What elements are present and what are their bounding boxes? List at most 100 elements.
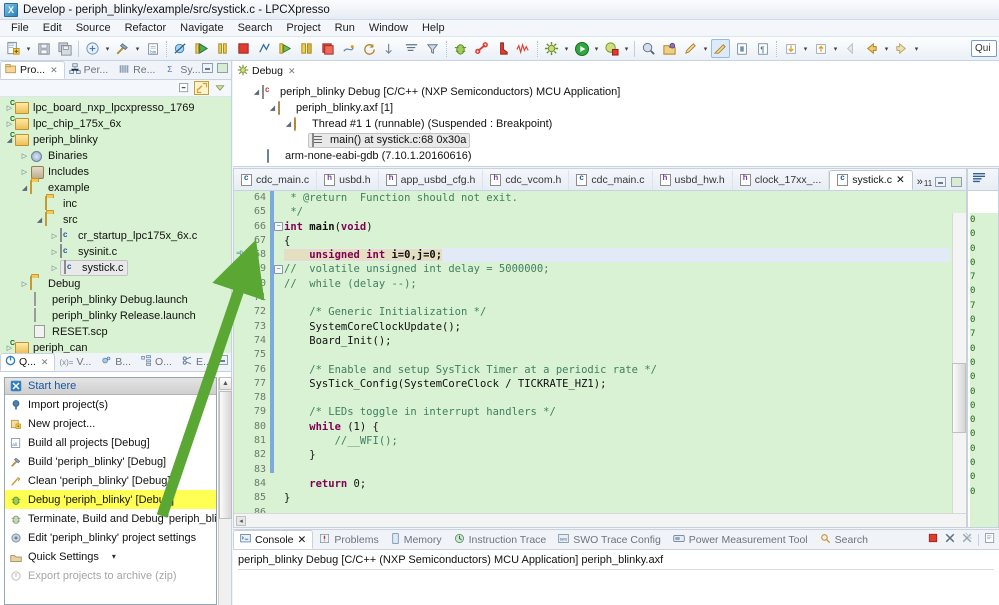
next-annotation-dropdown-icon[interactable]: ▾ [801,39,810,58]
twisty-expanded-icon[interactable]: ◢ [283,116,294,132]
tree-item-reset-scp[interactable]: RESET.scp [0,324,231,340]
disassembly-view-peek[interactable]: 0 0 0 0 7 0 7 0 7 0 0 0 0 0 0 0 0 0 0 0 [967,168,999,528]
tab-instruction-trace[interactable]: Instruction Trace [448,530,553,549]
menu-source[interactable]: Source [69,21,118,36]
build-config-dropdown-icon[interactable]: ▾ [103,39,112,58]
minimize-icon[interactable] [935,177,946,187]
twisty-collapsed-icon[interactable]: ▷ [19,276,30,292]
tree-item-inc[interactable]: inc [0,196,231,212]
scroll-left-icon[interactable]: ◂ [236,516,246,526]
pencil-dropdown-icon[interactable]: ▾ [701,39,710,58]
editor-marker-gutter[interactable]: ➾ [234,191,248,527]
editor-vertical-scrollbar[interactable] [952,213,966,513]
editor-tab-systick-c[interactable]: systick.c ✕ [829,170,913,190]
debug-gdb-row[interactable]: arm-none-eabi-gdb (7.10.1.20160616) [233,148,999,164]
editor-folding-gutter[interactable]: − − [274,191,284,527]
gear-icon[interactable] [542,39,561,58]
code-area[interactable]: ➾ 64 65 66 67 68 69 70 71 72 73 74 75 76… [234,191,966,527]
run-icon[interactable] [572,39,591,58]
chevron-down-icon[interactable]: ▾ [112,552,116,561]
editor-tab-cdc-main-c-2[interactable]: cdc_main.c [569,170,653,190]
twisty-collapsed-icon[interactable]: ▷ [49,244,60,260]
tab-memory[interactable]: Memory [385,530,448,549]
twisty-collapsed-icon[interactable]: ▷ [19,148,30,164]
tab-debug[interactable]: Debug ✕ [233,62,302,80]
menu-run[interactable]: Run [328,21,362,36]
build-config-icon[interactable] [83,39,102,58]
export-icon[interactable]: bin [143,39,162,58]
restart-icon[interactable] [360,39,379,58]
tab-breakpoints[interactable]: B... [97,353,137,371]
menu-window[interactable]: Window [362,21,415,36]
quick-start-terminate-build-debug[interactable]: Terminate, Build and Debug 'periph_blink… [5,509,216,528]
tab-variables[interactable]: (x)= V... [55,353,97,371]
run-dropdown-icon[interactable]: ▾ [592,39,601,58]
editor-tab-usbd-hw-h[interactable]: usbd_hw.h [653,170,733,190]
search-icon[interactable] [639,39,658,58]
back-dropdown-icon[interactable]: ▾ [882,39,891,58]
gear-dropdown-icon[interactable]: ▾ [562,39,571,58]
use-step-filters-icon[interactable] [402,39,421,58]
menu-navigate[interactable]: Navigate [173,21,230,36]
debug-stack-frame-row[interactable]: main() at systick.c:68 0x30a [233,132,999,148]
quick-access-input[interactable]: Qui [971,40,997,57]
scrollbar-thumb[interactable] [219,391,232,519]
quick-start-scrollbar[interactable]: ▲ [218,377,232,605]
twisty-collapsed-icon[interactable]: ▷ [49,260,60,276]
previous-annotation-icon[interactable] [811,39,830,58]
fold-toggle-icon[interactable]: − [274,222,283,231]
step-filter-alt-icon[interactable] [423,39,442,58]
tab-symbol-viewer[interactable]: Σ Sy... [161,61,206,79]
menu-edit[interactable]: Edit [36,21,69,36]
tab-problems[interactable]: Problems [313,530,384,549]
close-icon[interactable]: ✕ [896,174,905,186]
build-dropdown-icon[interactable]: ▾ [133,39,142,58]
debug-axf-row[interactable]: ◢ periph_blinky.axf [1] [233,100,999,116]
step-over-icon[interactable] [297,39,316,58]
link-with-editor-icon[interactable] [194,81,209,95]
save-all-icon[interactable] [55,39,74,58]
scroll-up-icon[interactable]: ▲ [219,377,232,390]
tab-search[interactable]: Search [814,530,874,549]
suspend-icon[interactable] [213,39,232,58]
editor-tab-usbd-h[interactable]: usbd.h [317,170,379,190]
close-icon[interactable]: ✕ [41,357,49,368]
debug-launch-config-row[interactable]: ◢ periph_blinky Debug [C/C++ (NXP Semico… [233,84,999,100]
editor-tab-clock-17xx[interactable]: clock_17xx_... [733,170,830,190]
tab-swo-trace-config[interactable]: swo SWO Trace Config [552,530,667,549]
tab-outline[interactable]: O... [137,353,178,371]
quick-start-edit-project-settings[interactable]: Edit 'periph_blinky' project settings [5,528,216,547]
twisty-expanded-icon[interactable]: ◢ [34,212,45,228]
tab-registers[interactable]: Re... [114,61,161,79]
view-menu-icon[interactable] [212,81,227,95]
quick-start-quick-settings[interactable]: Quick Settings ▾ [5,547,216,566]
close-icon[interactable]: ✕ [298,534,307,546]
trace-icon[interactable] [514,39,533,58]
close-icon[interactable]: ✕ [50,65,58,76]
tree-item-periph-can[interactable]: ▷ periph_can [0,340,231,353]
tab-peripherals[interactable]: Per... [65,61,115,79]
menu-file[interactable]: File [4,21,36,36]
tree-item-cr-startup[interactable]: ▷ cr_startup_lpc175x_6x.c [0,228,231,244]
toggle-annotation-icon[interactable] [711,39,730,58]
console-body[interactable]: periph_blinky Debug [C/C++ (NXP Semicond… [233,550,999,605]
twisty-expanded-icon[interactable]: ◢ [267,100,278,116]
minimize-icon[interactable] [217,355,228,365]
quick-start-clean-periph-blinky[interactable]: Clean 'periph_blinky' [Debug] [5,471,216,490]
step-into-icon[interactable] [276,39,295,58]
drop-to-frame-icon[interactable] [381,39,400,58]
quick-start-import-projects[interactable]: Import project(s) [5,395,216,414]
twisty-expanded-icon[interactable]: ◢ [251,84,262,100]
editor-text[interactable]: * @return Function should not exit. */ i… [284,191,950,527]
tree-item-lpc-board[interactable]: ▷ lpc_board_nxp_lpcxpresso_1769 [0,100,231,116]
editor-tab-cdc-main-c-1[interactable]: cdc_main.c [234,170,318,190]
new-icon[interactable] [4,39,23,58]
external-tools-dropdown-icon[interactable]: ▾ [622,39,631,58]
save-icon[interactable] [34,39,53,58]
tree-item-binaries[interactable]: ▷ Binaries [0,148,231,164]
tree-item-release-launch[interactable]: periph_blinky Release.launch [0,308,231,324]
twisty-collapsed-icon[interactable]: ▷ [19,164,30,180]
fold-toggle-icon[interactable]: − [274,265,283,274]
open-console-icon[interactable] [984,532,996,547]
tree-item-sysinit[interactable]: ▷ sysinit.c [0,244,231,260]
